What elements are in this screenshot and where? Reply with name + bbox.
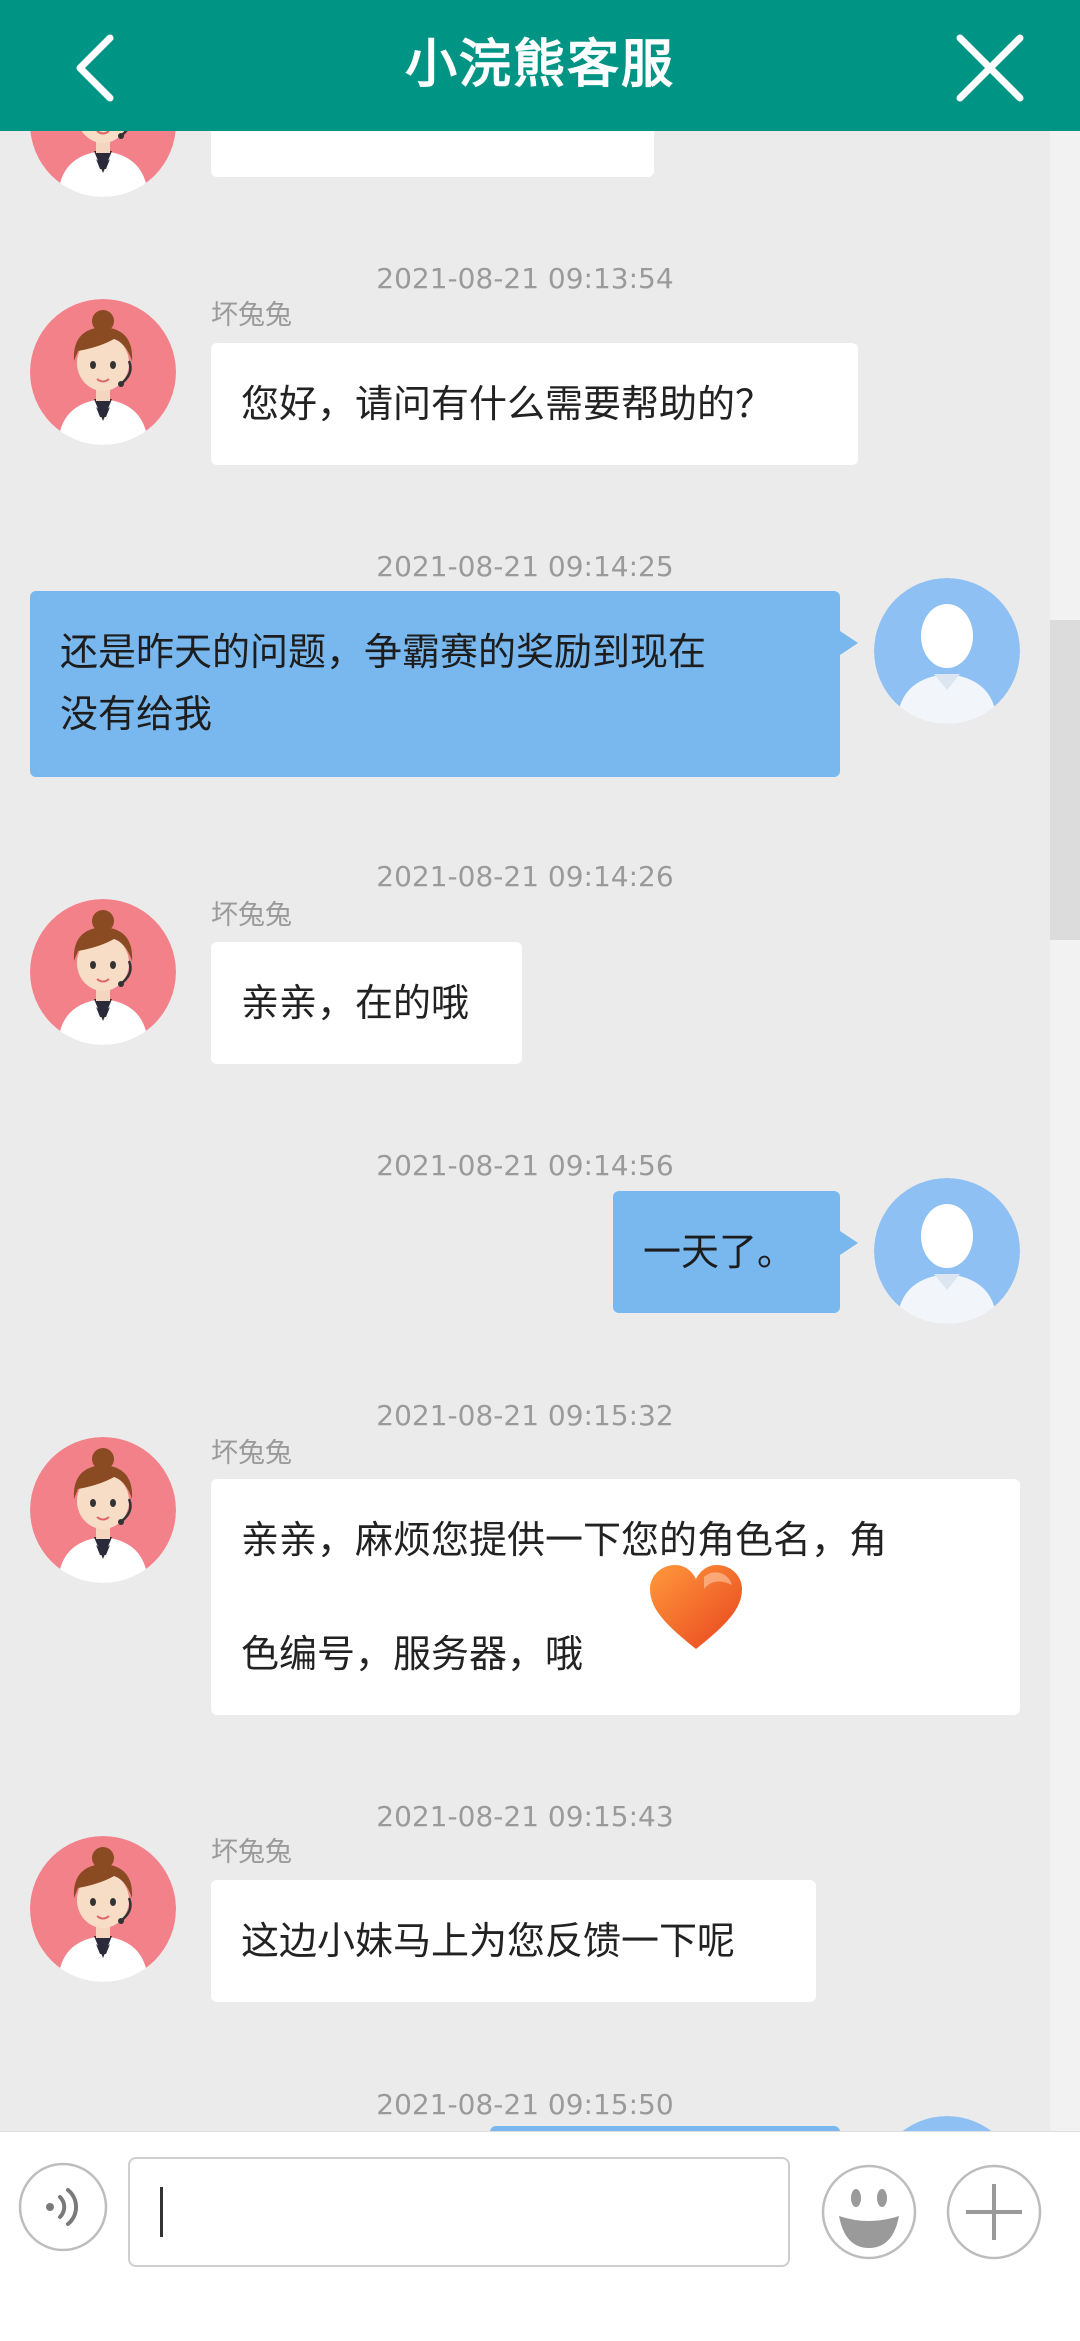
sender-name: 坏兔兔 bbox=[211, 900, 292, 931]
agent-avatar bbox=[30, 1836, 176, 1982]
sender-name: 坏兔兔 bbox=[211, 1837, 292, 1868]
message-timestamp: 2021-08-21 09:15:32 bbox=[376, 1399, 674, 1432]
user-avatar bbox=[874, 578, 1020, 724]
message-text: 您好，请问有什么需要帮助的？ bbox=[241, 382, 774, 426]
user-avatar bbox=[874, 1178, 1020, 1324]
message-timestamp: 2021-08-21 09:15:43 bbox=[376, 1800, 674, 1833]
message-text: 这边小妹马上为您反馈一下呢 bbox=[241, 1919, 736, 1963]
plus-icon[interactable] bbox=[946, 2164, 1042, 2260]
message-text: 还是昨天的问题，争霸赛的奖励到现在 bbox=[60, 630, 707, 674]
message-line: 色编号，服务器，哦 bbox=[241, 1565, 990, 1685]
message-bubble: 您好，请问有什么需要帮助的？ bbox=[211, 343, 858, 465]
input-bar bbox=[0, 2131, 1080, 2341]
message-input[interactable] bbox=[128, 2157, 790, 2267]
message-timestamp: 2021-08-21 09:15:50 bbox=[376, 2088, 674, 2121]
message-bubble: 亲亲，在的哦 bbox=[211, 942, 522, 1064]
message-text: 没有给我 bbox=[60, 692, 213, 736]
message-bubble: 还是昨天的问题，争霸赛的奖励到现在 没有给我 bbox=[30, 591, 858, 777]
message-text: 亲亲，在的哦 bbox=[241, 981, 470, 1025]
agent-avatar bbox=[30, 1437, 176, 1583]
message-bubble bbox=[211, 131, 654, 177]
header-bar: 小浣熊客服 bbox=[0, 0, 1080, 131]
agent-avatar bbox=[30, 131, 176, 197]
agent-avatar bbox=[30, 899, 176, 1045]
message-timestamp: 2021-08-21 09:14:25 bbox=[376, 550, 674, 583]
scrollbar-track[interactable] bbox=[1050, 131, 1080, 2131]
message-text: 一天了。 bbox=[643, 1230, 796, 1274]
heart-icon bbox=[650, 1565, 742, 1649]
sender-name: 坏兔兔 bbox=[211, 1438, 292, 1469]
message-text: 色编号，服务器，哦 bbox=[241, 1632, 584, 1676]
scrollbar-thumb[interactable] bbox=[1050, 620, 1080, 940]
message-timestamp: 2021-08-21 09:13:54 bbox=[376, 262, 674, 295]
message-bubble: 一天了。 bbox=[613, 1191, 858, 1313]
text-caret bbox=[160, 2187, 163, 2237]
message-bubble: 亲亲，麻烦您提供一下您的角色名，角 色编号，服务器，哦 bbox=[211, 1479, 1020, 1715]
close-icon[interactable] bbox=[950, 28, 1030, 108]
page-title: 小浣熊客服 bbox=[404, 35, 675, 95]
chat-area[interactable]: 2021-08-21 09:13:54 坏兔兔 您好，请问有什么需要帮助的？ 2… bbox=[0, 131, 1080, 2131]
message-text: 亲亲，麻烦您提供一下您的角色名，角 bbox=[241, 1518, 888, 1562]
message-bubble: 这边小妹马上为您反馈一下呢 bbox=[211, 1880, 816, 2002]
sender-name: 坏兔兔 bbox=[211, 300, 292, 331]
emoji-icon[interactable] bbox=[821, 2164, 917, 2260]
message-timestamp: 2021-08-21 09:14:26 bbox=[376, 860, 674, 893]
agent-avatar bbox=[30, 299, 176, 445]
message-timestamp: 2021-08-21 09:14:56 bbox=[376, 1149, 674, 1182]
voice-icon[interactable] bbox=[18, 2162, 108, 2252]
